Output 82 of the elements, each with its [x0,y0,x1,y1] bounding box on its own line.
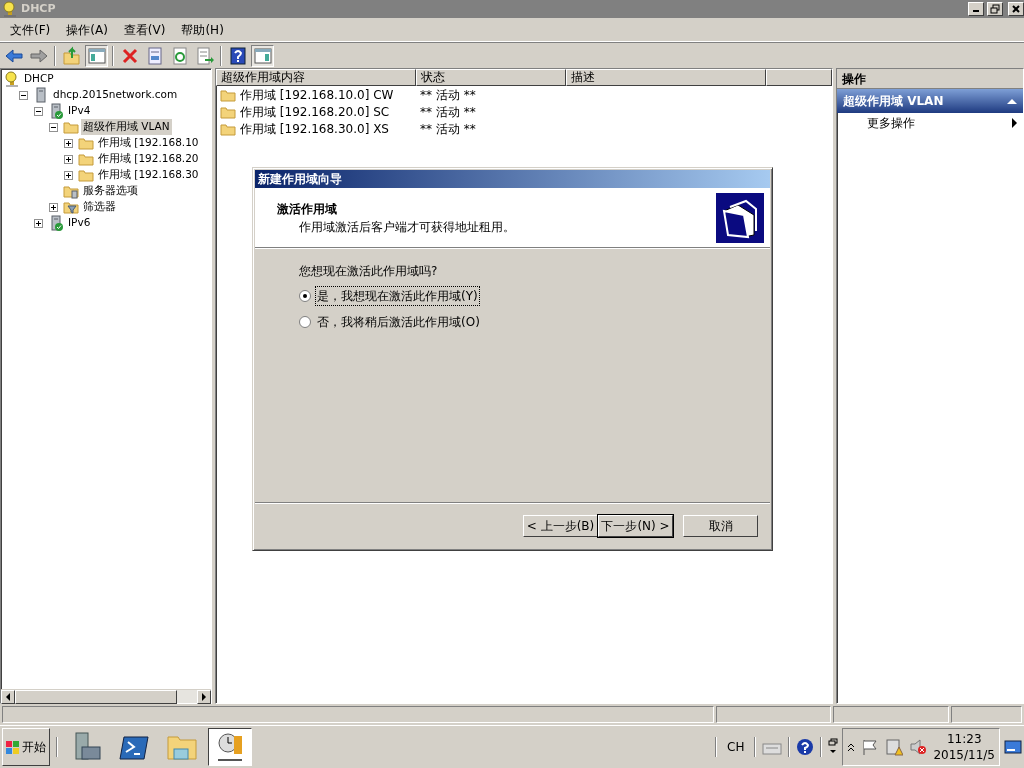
tree-item[interactable]: IPv4 [66,103,93,119]
dialog-title: 新建作用域向导 [255,170,770,188]
collapse-toggle[interactable] [49,122,58,132]
table-cell-text: ** 活动 ** [419,86,477,104]
tree-item[interactable]: 服务器选项 [81,183,140,199]
wizard-button[interactable]: 下一步(N) > [598,514,673,537]
folder-server-icon [63,183,79,199]
tree-item[interactable]: 作用域 [192.168.20 [96,151,201,167]
question-text: 您想现在激活此作用域吗? [299,263,439,280]
language-indicator[interactable]: CH [723,738,749,756]
right-arrow-icon [201,693,207,701]
actions-section-header[interactable]: 超级作用域 VLAN [837,89,1023,113]
close-button[interactable] [1008,2,1024,16]
window-title: DHCP [21,0,56,17]
tree-item[interactable]: IPv6 [66,215,93,231]
expand-toggle[interactable] [34,218,43,228]
radio-button[interactable] [299,290,311,302]
folder-icon [78,167,94,183]
chevron-up-icon[interactable] [847,742,856,752]
folders-icon [716,192,764,243]
table-cell-text: ** 活动 ** [419,103,477,121]
table-cell-text: ** 活动 ** [419,120,477,138]
server-icon [33,87,49,103]
left-arrow-icon [5,693,11,701]
column-header[interactable] [766,69,832,86]
wizard-subtitle: 作用域激活后客户端才可获得地址租用。 [298,218,515,236]
collapse-icon[interactable] [1007,98,1017,104]
action-item[interactable]: 更多操作 [837,113,1023,133]
tree-item[interactable]: 作用域 [192.168.30 [96,167,201,183]
tree-item[interactable]: dhcp.2015network.com [51,87,180,103]
section-title: 超级作用域 VLAN [843,93,944,110]
flag-icon[interactable] [861,738,880,756]
tree-item[interactable]: 超级作用域 VLAN [81,119,172,135]
expand-toggle[interactable] [49,202,58,212]
clock-date[interactable]: 2015/11/5 [933,747,995,763]
close-icon [1010,3,1022,15]
clock-time[interactable]: 11:23 [946,731,982,747]
server-check-icon [48,215,64,231]
folder-icon [78,151,94,167]
radio-button[interactable] [299,316,311,328]
restore-icon[interactable] [828,738,839,756]
start-button[interactable]: 开始 [2,728,50,766]
tree-item[interactable]: 筛选器 [81,199,118,215]
minimize-button[interactable] [968,2,984,16]
table-cell-text: 作用域 [192.168.30.0] XS [240,120,389,138]
restore-button[interactable] [987,2,1003,16]
restore-icon [989,3,1001,15]
column-header[interactable]: 描述 [566,69,766,86]
taskbar-app[interactable] [208,728,252,766]
table-cell-text: 作用域 [192.168.20.0] SC [240,103,390,121]
wizard-button[interactable]: < 上一步(B) [523,514,598,537]
wizard-button[interactable]: 取消 [683,514,758,537]
server-check-icon [48,103,64,119]
show-desktop-icon[interactable] [1004,739,1022,755]
menu-item[interactable]: 文件(F) [2,20,59,39]
menu-item[interactable]: 操作(A) [58,20,116,39]
tree-item[interactable]: DHCP [22,71,56,87]
expand-toggle[interactable] [64,154,73,164]
actions-header: 操作 [837,69,1023,89]
collapse-toggle[interactable] [19,90,28,100]
speaker-muted-icon[interactable] [909,738,928,756]
radio-label[interactable]: 是，我想现在激活此作用域(Y) [315,286,480,306]
wizard-heading: 激活作用域 [277,200,338,218]
menu-item[interactable]: 帮助(H) [173,20,232,39]
minimize-icon [973,10,979,12]
windows-logo-icon [5,739,21,755]
column-header[interactable]: 状态 [416,69,566,86]
folder-icon [63,119,79,135]
scrollbar-thumb[interactable] [15,690,177,704]
radio-label[interactable]: 否，我将稍后激活此作用域(O) [315,312,482,332]
scroll-right-button[interactable] [197,690,211,704]
network-warning-icon[interactable] [885,738,904,756]
column-header[interactable]: 超级作用域内容 [216,69,416,86]
expand-toggle[interactable] [64,138,73,148]
tree-item[interactable]: 作用域 [192.168.10 [96,135,201,151]
menu-item[interactable]: 查看(V) [115,20,174,39]
help-icon[interactable] [796,738,815,756]
expand-toggle[interactable] [64,170,73,180]
collapse-toggle[interactable] [34,106,43,116]
scroll-left-button[interactable] [1,690,15,704]
folder-filter-icon [63,199,79,215]
table-cell-text: 作用域 [192.168.10.0] CW [240,86,394,104]
